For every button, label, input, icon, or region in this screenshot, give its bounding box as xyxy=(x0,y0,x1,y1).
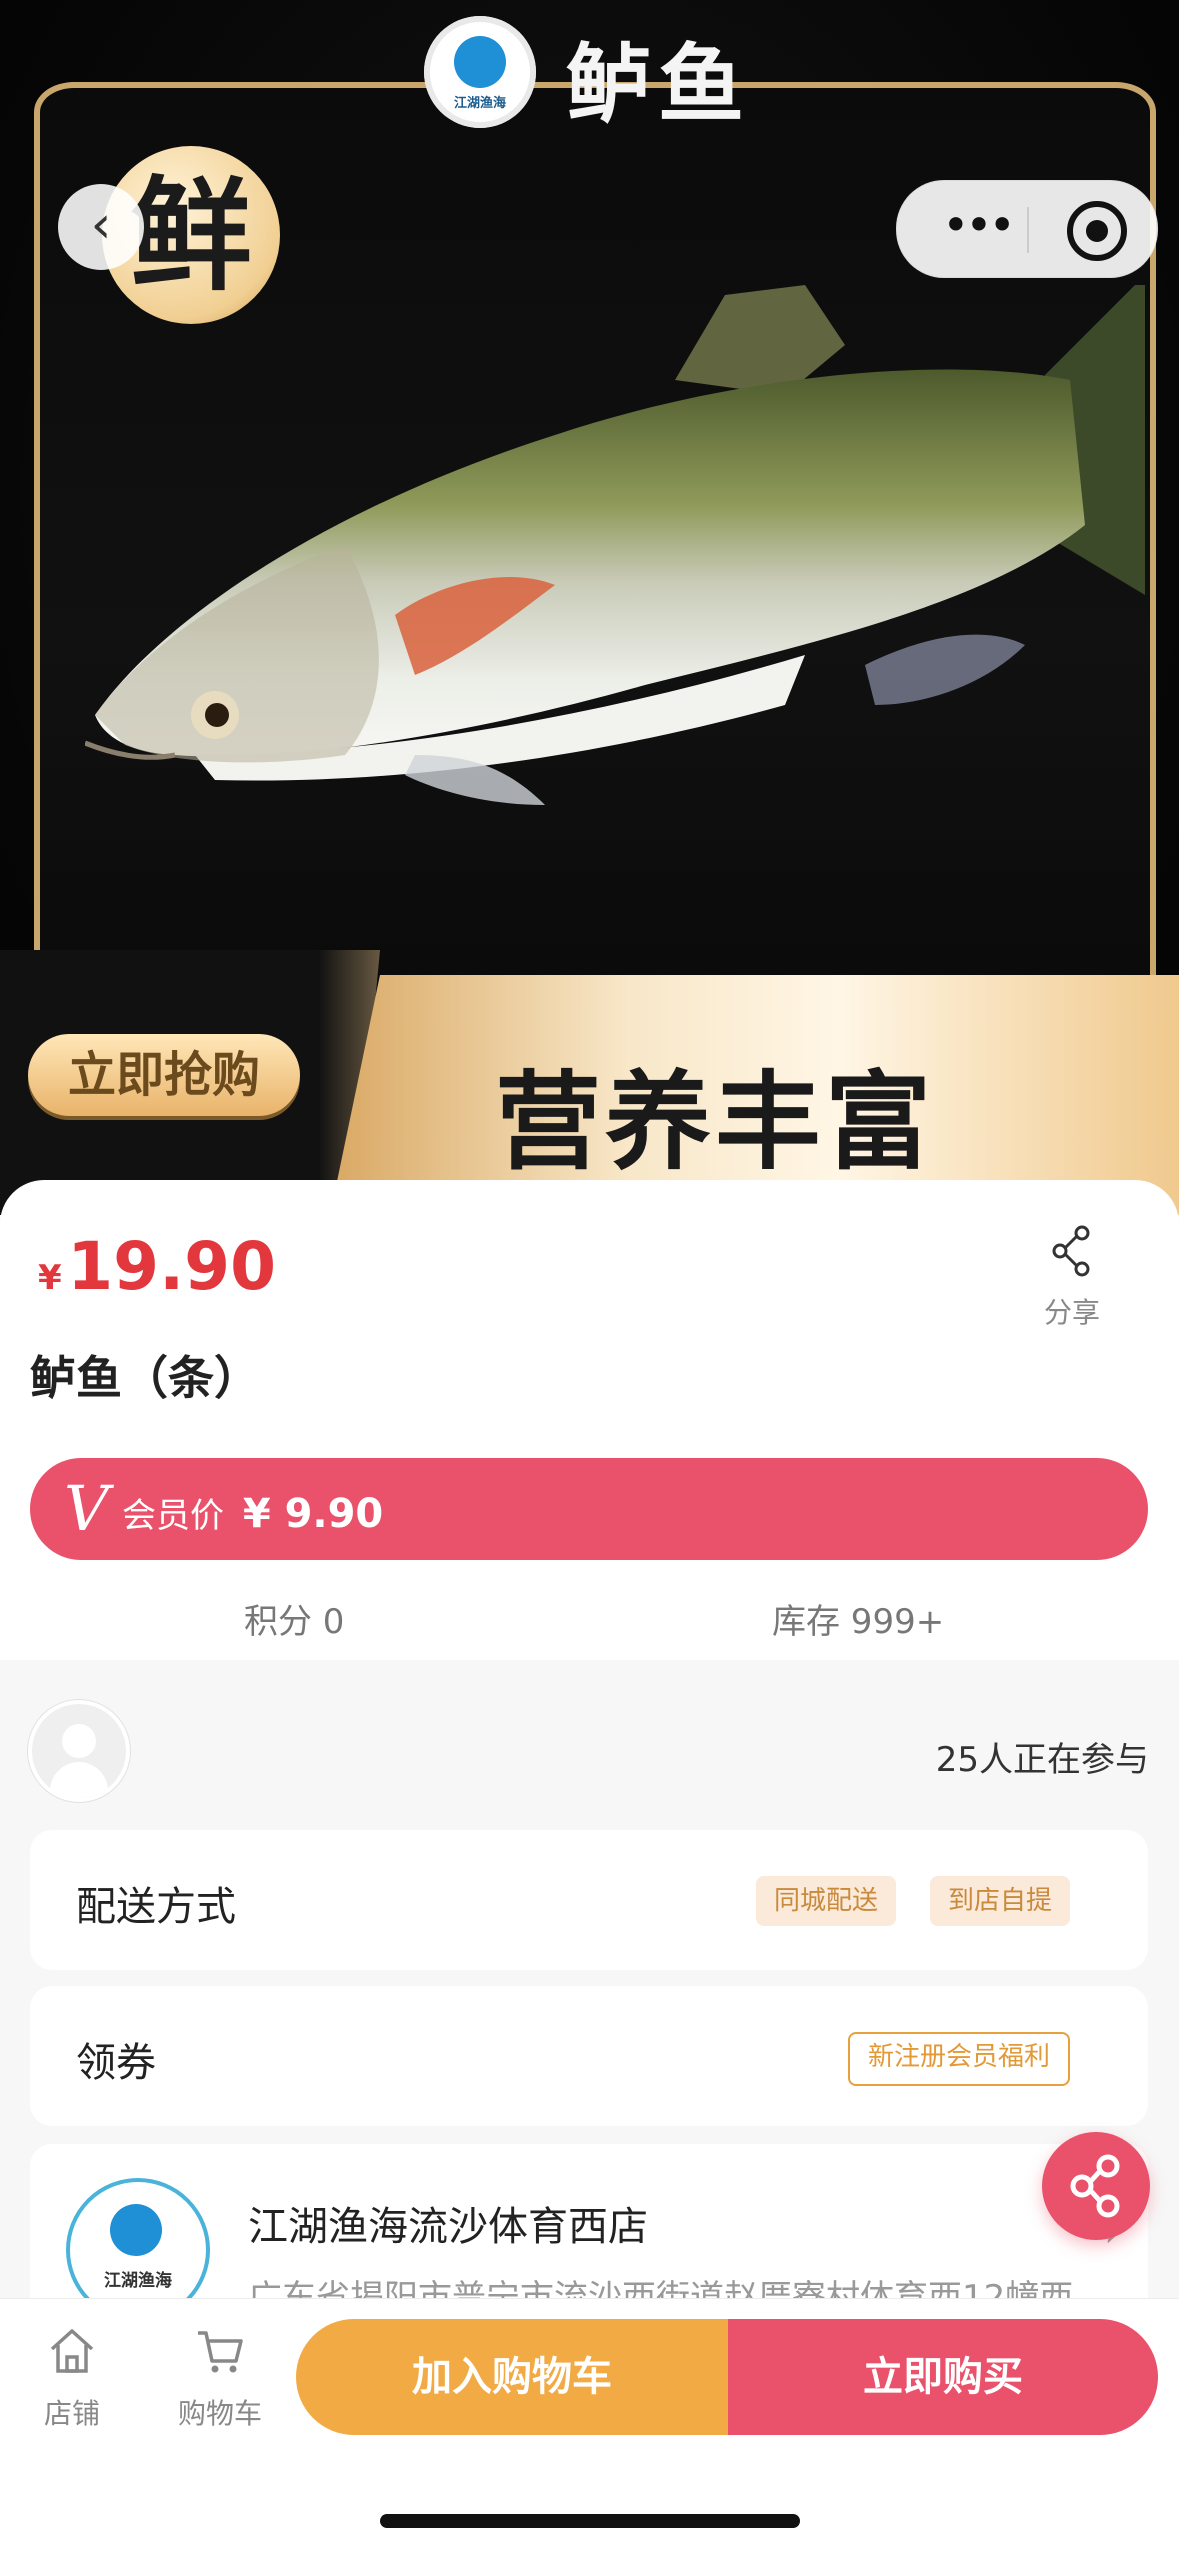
home-icon xyxy=(50,2329,94,2373)
share-label: 分享 xyxy=(1043,1296,1100,1329)
vip-icon: V xyxy=(64,1472,109,1545)
delivery-method-row[interactable]: 配送方式 同城配送 到店自提 xyxy=(30,1830,1148,1970)
home-indicator xyxy=(380,2514,800,2528)
more-dots-icon[interactable]: ••• xyxy=(937,202,1017,253)
price-value: 19.90 xyxy=(67,1228,277,1305)
delivery-option-pickup[interactable]: 到店自提 xyxy=(930,1876,1071,1926)
product-image-banner[interactable]: 江湖渔海 鲈鱼 鲜 ‹ ••• 立即抢购 营养丰富 xyxy=(0,0,1179,1215)
tab-cart[interactable]: 购物车 xyxy=(160,2325,280,2432)
target-circle-icon[interactable] xyxy=(1067,201,1127,261)
member-price-bar[interactable]: V 会员价 ¥ 9.90 xyxy=(30,1458,1148,1560)
fish-image xyxy=(85,285,1145,805)
delivery-option-local[interactable]: 同城配送 xyxy=(756,1876,897,1926)
delivery-method-label: 配送方式 xyxy=(76,1884,236,1930)
stock-text: 库存 999+ xyxy=(772,1602,945,1642)
banner-title: 鲈鱼 xyxy=(566,35,750,135)
floating-share-button[interactable] xyxy=(1042,2132,1150,2240)
buy-now-button[interactable]: 立即购买 xyxy=(728,2319,1158,2435)
coupon-row[interactable]: 领券 新注册会员福利 xyxy=(30,1986,1148,2126)
tab-cart-label: 购物车 xyxy=(177,2397,262,2430)
coupon-tag[interactable]: 新注册会员福利 xyxy=(848,2032,1071,2086)
tab-store[interactable]: 店铺 xyxy=(12,2325,132,2432)
banner-slogan: 营养丰富 xyxy=(495,1061,935,1184)
back-button[interactable]: ‹ xyxy=(58,184,144,270)
coupon-label: 领券 xyxy=(76,2040,156,2086)
member-price-value: ¥ 9.90 xyxy=(242,1491,384,1537)
banner-buy-now-tag: 立即抢购 xyxy=(28,1034,300,1116)
capsule-divider xyxy=(1027,207,1029,253)
product-price: ¥ 19.90 xyxy=(38,1228,276,1305)
points-text: 积分 0 xyxy=(244,1602,345,1642)
share-icon xyxy=(1070,2154,1120,2218)
currency-symbol: ¥ xyxy=(38,1258,62,1298)
tab-store-label: 店铺 xyxy=(43,2397,100,2430)
brand-logo: 江湖渔海 xyxy=(424,16,536,128)
share-button[interactable]: 分享 xyxy=(1030,1225,1114,1331)
member-price-label: 会员价 ¥ 9.90 xyxy=(122,1488,383,1537)
member-label-text: 会员价 xyxy=(122,1496,224,1536)
add-to-cart-button[interactable]: 加入购物车 xyxy=(296,2319,728,2435)
participants-count: 25人正在参与 xyxy=(935,1740,1149,1780)
chevron-left-icon: ‹ xyxy=(90,195,112,255)
mini-program-capsule: ••• xyxy=(896,180,1158,278)
cart-icon xyxy=(198,2331,243,2373)
store-name: 江湖渔海流沙体育西店 xyxy=(248,2204,648,2250)
avatar xyxy=(28,1700,130,1802)
share-icon xyxy=(1052,1225,1090,1277)
product-name: 鲈鱼（条） xyxy=(30,1351,260,1405)
